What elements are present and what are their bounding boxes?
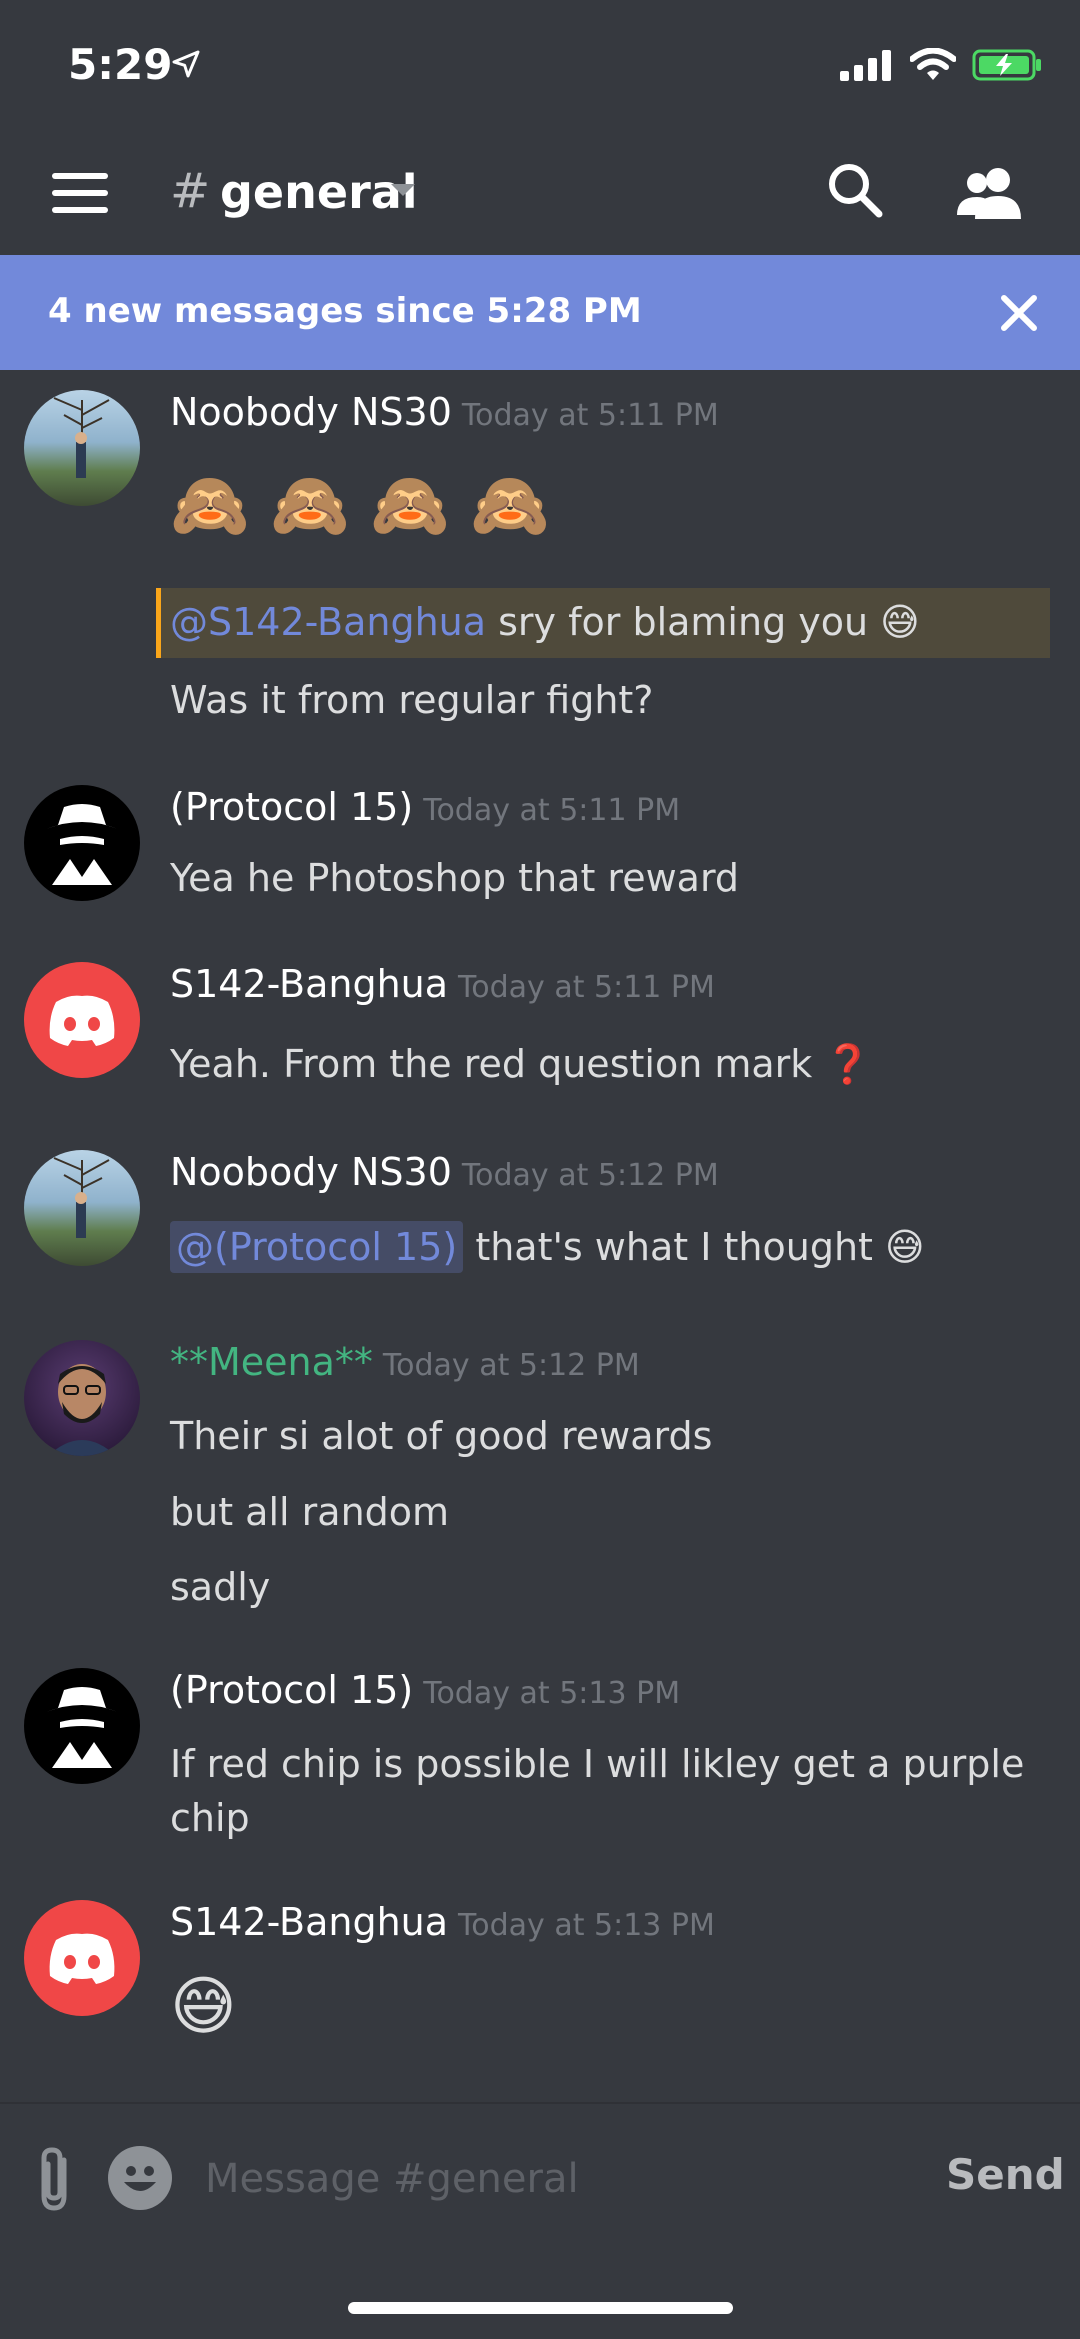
- channel-name[interactable]: general: [220, 165, 418, 219]
- message-author[interactable]: (Protocol 15) Today at 5:11 PM: [170, 785, 680, 829]
- message-emoji-row: 😅: [170, 1970, 237, 2044]
- message-timestamp: Today at 5:11 PM: [458, 970, 715, 1005]
- channel-hash-icon: #: [170, 163, 211, 219]
- user-mention[interactable]: @S142-Banghua: [170, 600, 486, 644]
- home-indicator[interactable]: [348, 2302, 733, 2314]
- message-input[interactable]: [205, 2144, 905, 2214]
- send-button[interactable]: Send: [946, 2150, 1065, 2199]
- message-timestamp: Today at 5:11 PM: [461, 398, 719, 433]
- discord-logo-icon[interactable]: [24, 962, 140, 1078]
- message-text: @S142-Banghua sry for blaming you 😅: [170, 600, 920, 644]
- status-indicators: [840, 47, 1044, 86]
- message-text: Yea he Photoshop that reward: [170, 856, 740, 900]
- emoji-picker-icon[interactable]: [108, 2146, 172, 2210]
- search-icon[interactable]: [825, 160, 885, 220]
- attachment-icon[interactable]: [30, 2144, 80, 2214]
- discord-logo-icon[interactable]: [24, 1900, 140, 2016]
- message-emoji-row: 🙈 🙈 🙈 🙈: [170, 468, 550, 543]
- message-author[interactable]: (Protocol 15) Today at 5:13 PM: [170, 1668, 680, 1712]
- message-text: If red chip is possible I will likley ge…: [170, 1742, 1025, 1786]
- message-author[interactable]: S142-Banghua Today at 5:13 PM: [170, 1900, 715, 1944]
- close-icon[interactable]: [998, 292, 1040, 338]
- new-messages-banner[interactable]: 4 new messages since 5:28 PM: [0, 255, 1080, 370]
- location-arrow-icon: [170, 48, 202, 84]
- message-timestamp: Today at 5:13 PM: [458, 1908, 715, 1943]
- members-icon[interactable]: [955, 163, 1025, 223]
- see-no-evil-monkey-emoji: 🙈 🙈 🙈 🙈: [170, 469, 550, 543]
- message-timestamp: Today at 5:12 PM: [382, 1348, 640, 1383]
- menu-icon[interactable]: [52, 173, 108, 217]
- message-author[interactable]: S142-Banghua Today at 5:11 PM: [170, 962, 715, 1006]
- message-text: but all random: [170, 1490, 450, 1534]
- chevron-down-icon[interactable]: [390, 183, 416, 203]
- sweat-smile-emoji: 😅: [170, 1970, 237, 2044]
- message-timestamp: Today at 5:13 PM: [423, 1676, 681, 1711]
- message-text: chip: [170, 1796, 250, 1840]
- message-list: Noobody NS30 Today at 5:11 PM 🙈 🙈 🙈 🙈 @S1…: [0, 370, 1080, 2100]
- battery-icon: [972, 48, 1044, 86]
- new-messages-text: 4 new messages since 5:28 PM: [48, 291, 642, 331]
- message-text: Their si alot of good rewards: [170, 1414, 713, 1458]
- avatar[interactable]: [24, 785, 140, 901]
- message-author[interactable]: Noobody NS30 Today at 5:12 PM: [170, 1150, 719, 1194]
- message-timestamp: Today at 5:12 PM: [461, 1158, 719, 1193]
- channel-header: # general: [0, 135, 1080, 255]
- user-mention[interactable]: @(Protocol 15): [170, 1221, 464, 1273]
- message-text: Was it from regular fight?: [170, 678, 654, 722]
- signal-icon: [840, 49, 894, 85]
- message-timestamp: Today at 5:11 PM: [423, 793, 681, 828]
- avatar[interactable]: [24, 1150, 140, 1266]
- wifi-icon: [909, 47, 957, 86]
- message-author[interactable]: Noobody NS30 Today at 5:11 PM: [170, 390, 719, 434]
- status-bar: 5:29: [0, 0, 1080, 135]
- message-text: Yeah. From the red question mark ❓: [170, 1042, 872, 1086]
- avatar[interactable]: [24, 390, 140, 506]
- avatar[interactable]: [24, 1668, 140, 1784]
- message-text: @(Protocol 15) that's what I thought 😅: [170, 1221, 925, 1273]
- message-author[interactable]: **Meena** Today at 5:12 PM: [170, 1340, 640, 1384]
- red-question-mark-emoji: ❓: [824, 1042, 872, 1086]
- status-time: 5:29: [68, 40, 173, 89]
- message-text: sadly: [170, 1565, 271, 1609]
- avatar[interactable]: [24, 1340, 140, 1456]
